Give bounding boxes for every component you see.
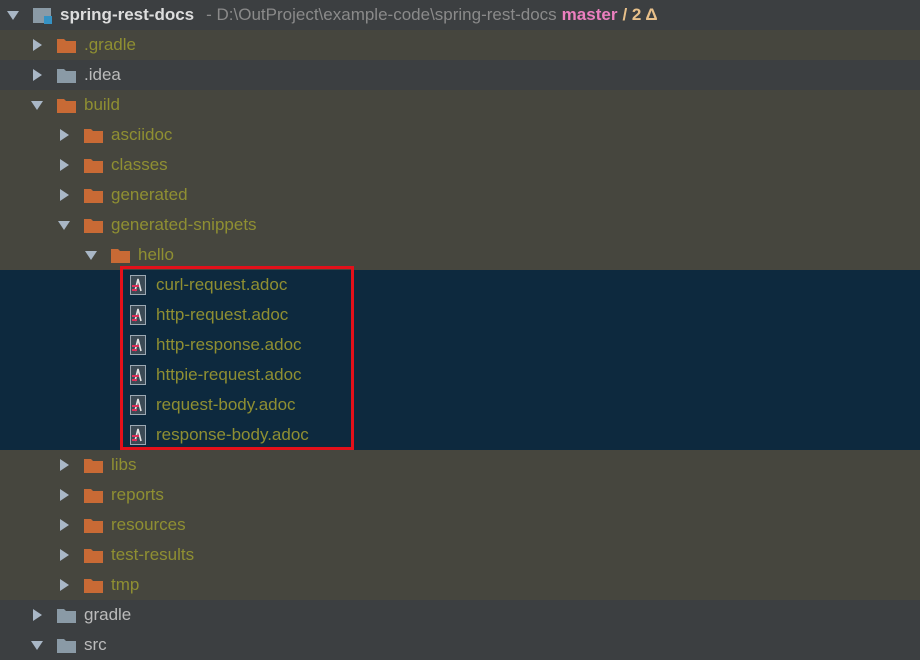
file-name: request-body.adoc — [156, 395, 296, 414]
chevron-right-icon[interactable] — [57, 548, 71, 562]
tree-folder-row[interactable]: gradle — [0, 600, 920, 630]
project-name: spring-rest-docs — [60, 5, 195, 24]
chevron-right-icon[interactable] — [57, 458, 71, 472]
project-tree: spring-rest-docs - D:\OutProject\example… — [0, 0, 920, 660]
asciidoc-file-icon — [129, 394, 147, 416]
file-name: response-body.adoc — [156, 425, 309, 444]
asciidoc-file-icon — [129, 334, 147, 356]
file-name: http-request.adoc — [156, 305, 289, 324]
tree-folder-row[interactable]: libs — [0, 450, 920, 480]
asciidoc-file-icon — [129, 274, 147, 296]
folder-icon — [83, 486, 105, 504]
tree-file-row[interactable]: response-body.adoc — [0, 420, 920, 450]
folder-icon — [83, 456, 105, 474]
folder-icon — [83, 126, 105, 144]
tree-file-row[interactable]: curl-request.adoc — [0, 270, 920, 300]
chevron-right-icon[interactable] — [57, 188, 71, 202]
tree-folder-row[interactable]: asciidoc — [0, 120, 920, 150]
folder-name: .gradle — [84, 35, 136, 54]
folder-name: src — [84, 635, 107, 654]
file-name: httpie-request.adoc — [156, 365, 302, 384]
folder-name: test-results — [111, 545, 195, 564]
tree-file-row[interactable]: http-response.adoc — [0, 330, 920, 360]
project-path: - D:\OutProject\example-code\spring-rest… — [206, 5, 557, 24]
chevron-right-icon[interactable] — [57, 128, 71, 142]
folder-icon — [56, 606, 78, 624]
chevron-right-icon[interactable] — [57, 518, 71, 532]
chevron-down-icon[interactable] — [30, 638, 44, 652]
folder-name: resources — [111, 515, 186, 534]
folder-icon — [83, 186, 105, 204]
tree-folder-row[interactable]: hello — [0, 240, 920, 270]
folder-icon — [83, 546, 105, 564]
folder-icon — [83, 156, 105, 174]
folder-icon — [56, 36, 78, 54]
tree-folder-row[interactable]: classes — [0, 150, 920, 180]
project-root-row[interactable]: spring-rest-docs - D:\OutProject\example… — [0, 0, 920, 30]
folder-icon — [110, 246, 132, 264]
chevron-right-icon[interactable] — [57, 158, 71, 172]
folder-name: build — [84, 95, 120, 114]
chevron-down-icon[interactable] — [84, 248, 98, 262]
tree-file-row[interactable]: http-request.adoc — [0, 300, 920, 330]
folder-icon — [56, 96, 78, 114]
tree-folder-row[interactable]: .idea — [0, 60, 920, 90]
tree-folder-row[interactable]: generated-snippets — [0, 210, 920, 240]
git-changes: / 2 Δ — [622, 5, 658, 24]
folder-name: gradle — [84, 605, 132, 624]
chevron-right-icon[interactable] — [57, 488, 71, 502]
asciidoc-file-icon — [129, 364, 147, 386]
folder-name: reports — [111, 485, 164, 504]
chevron-right-icon[interactable] — [30, 68, 44, 82]
git-branch: master — [561, 5, 618, 24]
chevron-down-icon[interactable] — [30, 98, 44, 112]
tree-folder-row[interactable]: .gradle — [0, 30, 920, 60]
tree-folder-row[interactable]: generated — [0, 180, 920, 210]
folder-name: classes — [111, 155, 168, 174]
chevron-right-icon[interactable] — [30, 38, 44, 52]
tree-folder-row[interactable]: resources — [0, 510, 920, 540]
tree-folder-row[interactable]: reports — [0, 480, 920, 510]
folder-name: asciidoc — [111, 125, 173, 144]
folder-name: tmp — [111, 575, 140, 594]
folder-name: libs — [111, 455, 137, 474]
tree-folder-row[interactable]: tmp — [0, 570, 920, 600]
tree-folder-row[interactable]: src — [0, 630, 920, 660]
project-module-icon — [32, 6, 54, 24]
chevron-right-icon[interactable] — [57, 578, 71, 592]
folder-name: generated — [111, 185, 188, 204]
tree-folder-row[interactable]: build — [0, 90, 920, 120]
asciidoc-file-icon — [129, 304, 147, 326]
folder-icon — [83, 516, 105, 534]
asciidoc-file-icon — [129, 424, 147, 446]
folder-icon — [56, 636, 78, 654]
file-name: http-response.adoc — [156, 335, 302, 354]
chevron-down-icon[interactable] — [6, 8, 20, 22]
tree-file-row[interactable]: request-body.adoc — [0, 390, 920, 420]
chevron-down-icon[interactable] — [57, 218, 71, 232]
folder-icon — [83, 216, 105, 234]
file-name: curl-request.adoc — [156, 275, 288, 294]
chevron-right-icon[interactable] — [30, 608, 44, 622]
folder-name: generated-snippets — [111, 215, 257, 234]
folder-name: hello — [138, 245, 174, 264]
tree-folder-row[interactable]: test-results — [0, 540, 920, 570]
folder-icon — [56, 66, 78, 84]
tree-file-row[interactable]: httpie-request.adoc — [0, 360, 920, 390]
folder-icon — [83, 576, 105, 594]
folder-name: .idea — [84, 65, 121, 84]
